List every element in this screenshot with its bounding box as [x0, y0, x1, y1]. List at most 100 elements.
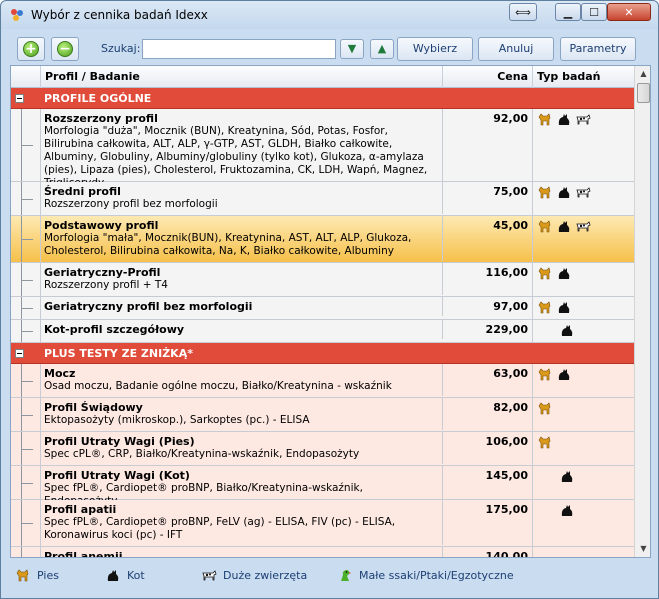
vertical-scrollbar[interactable]: ▲ ▼	[634, 66, 650, 557]
row-title: Profil Świądowy	[44, 401, 143, 414]
search-next-button[interactable]: ▼	[340, 39, 364, 59]
app-icon	[11, 9, 23, 21]
grid-rows: PROFILE OGÓLNE Rozszerzony profil Morfol…	[11, 88, 634, 558]
dog-icon	[538, 113, 551, 126]
table-row[interactable]: Profil Utraty Wagi (Kot) Spec fPL®, Card…	[11, 466, 634, 511]
row-price: 116,00	[443, 263, 533, 296]
row-desc: Osad moczu, Badanie ogólne moczu, Białko…	[44, 380, 392, 392]
close-button[interactable]: ✕	[607, 3, 651, 21]
legend-cat: Kot	[105, 568, 145, 582]
scroll-thumb[interactable]	[637, 83, 650, 103]
legend-cat-label: Kot	[127, 568, 145, 582]
row-title: Profil Utraty Wagi (Kot)	[44, 469, 190, 482]
legend-small-label: Małe ssaki/Ptaki/Egzotyczne	[359, 568, 514, 582]
resize-arrows-button[interactable]: ⟺	[509, 3, 537, 21]
table-row[interactable]: Profil Utraty Wagi (Pies) Spec cPL®, CRP…	[11, 432, 634, 466]
dog-icon	[538, 186, 551, 199]
row-price: 45,00	[443, 216, 533, 262]
cow-icon	[576, 187, 591, 198]
cat-icon	[558, 369, 570, 380]
row-title: Podstawowy profil	[44, 219, 159, 232]
price-list-window: Wybór z cennika badań Idexx ⟺ ▁ ☐ ✕ + − …	[0, 0, 659, 599]
scroll-up-arrow[interactable]: ▲	[636, 66, 650, 82]
row-title: Geriatryczny-Profil	[44, 266, 161, 279]
table-row[interactable]: Kot-profil szczegółowy 229,00	[11, 320, 634, 343]
minimize-button[interactable]: ▁	[555, 3, 581, 21]
legend-large-label: Duże zwierzęta	[223, 568, 308, 582]
cow-icon	[202, 570, 217, 581]
row-price: 106,00	[443, 432, 533, 465]
toolbar: + − Szukaj: ▼ ▲ Wybierz Anuluj Parametry	[9, 35, 652, 63]
cat-icon	[561, 325, 573, 336]
row-title: Profil anemii	[44, 550, 123, 558]
cat-icon	[558, 114, 570, 125]
dog-icon	[538, 436, 551, 449]
row-price: 145,00	[443, 466, 533, 499]
row-desc: Rozszerzony profil + T4	[44, 279, 168, 291]
table-row[interactable]: Rozszerzony profil Morfologia "duża", Mo…	[11, 109, 634, 193]
parameters-button[interactable]: Parametry	[560, 37, 636, 61]
row-title: Mocz	[44, 367, 76, 380]
title-bar[interactable]: Wybór z cennika badań Idexx ⟺ ▁ ☐ ✕	[1, 1, 658, 29]
category-label: PLUS TESTY ZE ZNIŻKĄ*	[44, 347, 193, 360]
category-general[interactable]: PROFILE OGÓLNE	[11, 88, 634, 109]
dog-icon	[538, 220, 551, 233]
scroll-down-arrow[interactable]: ▼	[636, 541, 650, 557]
header-type[interactable]: Typ badań	[533, 66, 634, 88]
search-input[interactable]	[142, 39, 336, 59]
collapse-toggle[interactable]	[15, 349, 24, 358]
grid-header: Profil / Badanie Cena Typ badań	[11, 66, 634, 88]
row-desc: Spec fPL®, Cardiopet® proBNP, FeLV (ag) …	[44, 516, 396, 541]
dog-icon	[538, 267, 551, 280]
row-price: 75,00	[443, 182, 533, 215]
table-row[interactable]: Profil apatii Spec fPL®, Cardiopet® proB…	[11, 500, 634, 547]
cat-icon	[107, 570, 119, 581]
cow-icon	[576, 221, 591, 232]
category-discount[interactable]: PLUS TESTY ZE ZNIŻKĄ*	[11, 343, 634, 364]
cat-icon	[561, 505, 573, 516]
row-title: Geriatryczny profil bez morfologii	[44, 300, 253, 313]
cat-icon	[558, 187, 570, 198]
window-title: Wybór z cennika badań Idexx	[31, 8, 208, 22]
search-prev-button[interactable]: ▲	[370, 39, 394, 59]
row-title: Rozszerzony profil	[44, 112, 158, 125]
row-price: 82,00	[443, 398, 533, 431]
collapse-toggle[interactable]	[15, 94, 24, 103]
row-price: 229,00	[443, 320, 533, 342]
cat-icon	[558, 221, 570, 232]
table-row[interactable]: Mocz Osad moczu, Badanie ogólne moczu, B…	[11, 364, 634, 398]
search-label: Szukaj:	[101, 42, 141, 55]
legend-small: Małe ssaki/Ptaki/Egzotyczne	[337, 568, 514, 582]
cat-icon	[558, 268, 570, 279]
row-desc: Morfologia "mała", Mocznik(BUN), Kreatyn…	[44, 232, 412, 257]
legend-dog: Pies	[15, 568, 59, 582]
header-price[interactable]: Cena	[443, 66, 533, 88]
legend-dog-label: Pies	[37, 568, 59, 582]
table-row[interactable]: Profil anemii 140,00	[11, 547, 634, 558]
row-title: Średni profil	[44, 185, 121, 198]
table-row[interactable]: Geriatryczny profil bez morfologii 97,00	[11, 297, 634, 320]
minus-icon: −	[57, 41, 73, 57]
category-label: PROFILE OGÓLNE	[44, 92, 152, 105]
dog-icon	[16, 569, 29, 582]
row-title: Kot-profil szczegółowy	[44, 323, 185, 336]
row-desc: Morfologia "duża", Mocznik (BUN), Kreaty…	[44, 125, 428, 189]
maximize-button[interactable]: ☐	[581, 3, 607, 21]
row-desc: Spec cPL®, CRP, Białko/Kreatynina-wskaźn…	[44, 448, 360, 460]
row-desc: Rozszerzony profil bez morfologii	[44, 198, 218, 210]
cat-icon	[558, 302, 570, 313]
cancel-button[interactable]: Anuluj	[478, 37, 554, 61]
table-row[interactable]: Profil Świądowy Ektopasożyty (mikroskop.…	[11, 398, 634, 432]
cat-icon	[561, 471, 573, 482]
row-price: 63,00	[443, 364, 533, 397]
add-button[interactable]: +	[17, 37, 45, 61]
row-title: Profil apatii	[44, 503, 117, 516]
row-price: 140,00	[443, 547, 533, 557]
header-profile[interactable]: Profil / Badanie	[41, 66, 443, 88]
table-row-selected[interactable]: Podstawowy profil Morfologia "mała", Moc…	[11, 216, 634, 263]
select-button[interactable]: Wybierz	[397, 37, 473, 61]
table-row[interactable]: Średni profil Rozszerzony profil bez mor…	[11, 182, 634, 216]
remove-button[interactable]: −	[51, 37, 79, 61]
row-price: 97,00	[443, 297, 533, 319]
table-row[interactable]: Geriatryczny-Profil Rozszerzony profil +…	[11, 263, 634, 297]
